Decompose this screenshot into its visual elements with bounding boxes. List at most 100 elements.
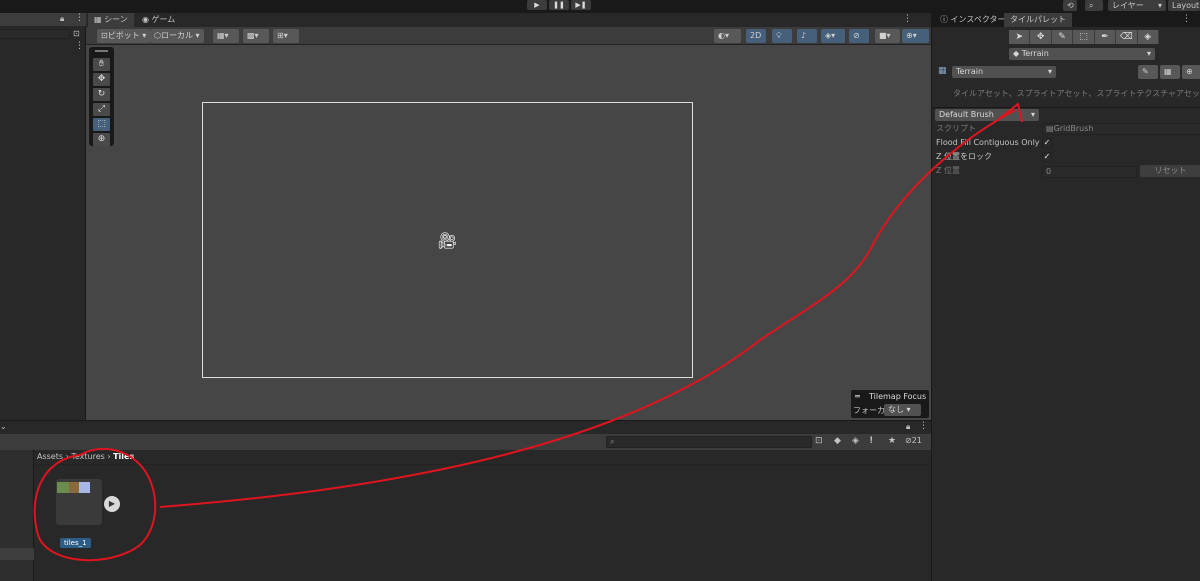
- tab-scene[interactable]: ▦ シーン: [88, 13, 134, 27]
- effects-icon[interactable]: ◈▾: [821, 29, 845, 43]
- layout-dropdown[interactable]: Layout: [1168, 0, 1200, 11]
- filter-by-type-icon[interactable]: ◆: [834, 436, 841, 446]
- chevron-down-icon[interactable]: ⌄: [0, 422, 7, 431]
- lighting-icon[interactable]: 💡︎: [772, 29, 792, 43]
- scene-visibility-icon[interactable]: ⊘: [849, 29, 869, 43]
- audio-icon[interactable]: ♪: [797, 29, 817, 43]
- z-lock-checkbox[interactable]: ✓: [1042, 152, 1052, 162]
- lock-icon[interactable]: 🔒︎: [906, 422, 910, 432]
- picker-icon[interactable]: ✒: [1094, 30, 1117, 44]
- playback-controls: ▶ ❚❚ ▶❚: [527, 0, 591, 10]
- z-lock-row: Z 位置をロック: [932, 150, 1200, 164]
- box-fill-icon[interactable]: ⬚: [1073, 30, 1095, 44]
- rect-tool-icon[interactable]: ⬚: [93, 118, 110, 131]
- history-icon[interactable]: ⟲: [1063, 0, 1077, 11]
- hierarchy-tab-bar: 🔒︎ ⋮: [0, 13, 86, 26]
- palette-tools: ➤ ✥ ✎ ⬚ ✒ ⌫ ◈: [1009, 30, 1159, 44]
- tab-inspector[interactable]: ⓘ インスペクター: [934, 13, 1012, 27]
- increment-snap-button[interactable]: ⊞▾: [273, 29, 299, 43]
- favorite-star-icon[interactable]: ★: [888, 436, 896, 446]
- drag-handle[interactable]: [95, 50, 108, 52]
- grid-snap-button[interactable]: ▦▾: [213, 29, 239, 43]
- filter-by-label-icon[interactable]: ◈: [852, 436, 859, 446]
- transform-tool-icon[interactable]: ⊕: [93, 133, 110, 146]
- scene-view[interactable]: ▦ シーン ◉ ゲーム ⋮ ⊡ピボット ▾ ⬡ローカル ▾ ▦▾ ▩▾ ⊞▾ ◐…: [86, 13, 931, 420]
- grid-toggle-icon[interactable]: ▦: [1160, 65, 1180, 79]
- paint-brush-icon[interactable]: ✎: [1051, 30, 1074, 44]
- hidden-packages-toggle[interactable]: ⊘21: [905, 436, 922, 445]
- search-type-icon[interactable]: ⊡: [815, 436, 823, 446]
- gizmos-button[interactable]: ⊕▾: [902, 29, 929, 43]
- tab-game[interactable]: ◉ ゲーム: [136, 13, 181, 27]
- layers-dropdown[interactable]: レイヤー ▾: [1108, 0, 1166, 11]
- brush-dropdown[interactable]: Default Brush ▾: [935, 109, 1039, 121]
- scene-toolbar: ⊡ピボット ▾ ⬡ローカル ▾ ▦▾ ▩▾ ⊞▾ ◐▾ 2D 💡︎ ♪ ◈▾ ⊘…: [86, 27, 931, 45]
- z-position-field[interactable]: 0: [1042, 166, 1137, 178]
- local-dropdown[interactable]: ⬡ローカル ▾: [150, 29, 204, 43]
- camera-icon[interactable]: 🎥︎: [437, 231, 457, 250]
- hierarchy-search-input[interactable]: [0, 29, 70, 39]
- scene-grid-icon: ▦: [94, 15, 102, 24]
- play-button[interactable]: ▶: [527, 0, 547, 10]
- scene-tab-bar: ▦ シーン ◉ ゲーム ⋮: [86, 13, 931, 27]
- layer-icon: ◆: [1013, 49, 1020, 58]
- top-toolbar: ▶ ❚❚ ▶❚ ⟲ ⌕ レイヤー ▾ Layout: [0, 0, 1200, 13]
- drag-handle[interactable]: ═: [855, 392, 860, 401]
- draw-mode-button[interactable]: ◐▾: [714, 29, 741, 43]
- fill-bucket-icon[interactable]: ◈: [1137, 30, 1159, 44]
- more-menu-icon[interactable]: ⋮: [919, 421, 928, 431]
- flood-fill-row: Flood Fill Contiguous Only: [932, 136, 1200, 150]
- tile-palette-panel: ⓘ インスペクター タイルパレット ⋮ ➤ ✥ ✎ ⬚ ✒ ⌫ ◈ ◆ Terr…: [931, 13, 1200, 581]
- gizmo-toggle-icon[interactable]: ⊕: [1182, 65, 1200, 79]
- tab-tile-palette[interactable]: タイルパレット: [1004, 13, 1072, 27]
- project-toolbar: ⌕ ⊡ ◆ ◈ ❗︎ ★ ⊘21: [0, 434, 931, 450]
- folder-tree-selected-row[interactable]: [0, 548, 34, 560]
- search-icon[interactable]: ⌕: [1085, 0, 1103, 11]
- rotate-tool-icon[interactable]: ↻: [93, 88, 110, 101]
- asset-thumbnail[interactable]: [56, 479, 102, 525]
- search-filter-icon[interactable]: ⊡: [73, 29, 80, 38]
- 2d-toggle[interactable]: 2D: [746, 29, 766, 43]
- script-field[interactable]: ▤GridBrush: [1042, 123, 1200, 135]
- camera-settings-button[interactable]: ■▾: [875, 29, 900, 43]
- focus-dropdown[interactable]: なし ▾: [884, 404, 921, 416]
- hand-tool-icon[interactable]: ✋︎: [93, 58, 110, 71]
- edit-palette-icon[interactable]: ✎: [1138, 65, 1158, 79]
- warning-icon[interactable]: ❗︎: [870, 436, 872, 446]
- tab-scene-label: シーン: [104, 15, 128, 24]
- eraser-icon[interactable]: ⌫: [1116, 30, 1138, 44]
- divider: [35, 464, 931, 465]
- script-file-icon: ▤: [1046, 124, 1054, 133]
- pause-button[interactable]: ❚❚: [549, 0, 569, 10]
- local-label: ローカル: [160, 31, 193, 40]
- breadcrumb-tiles[interactable]: Tiles: [113, 452, 134, 461]
- reset-button[interactable]: リセット: [1140, 165, 1200, 177]
- lock-icon[interactable]: 🔒︎: [60, 14, 64, 24]
- brush-name-label: Default Brush: [939, 110, 994, 119]
- more-menu-icon[interactable]: ⋮: [903, 14, 912, 24]
- breadcrumb-separator-icon: ›: [65, 452, 69, 461]
- pivot-dropdown[interactable]: ⊡ピボット ▾: [97, 29, 151, 43]
- step-button[interactable]: ▶❚: [571, 0, 591, 10]
- chevron-down-icon: ▾: [1146, 49, 1151, 58]
- more-menu-icon[interactable]: ⋮: [1182, 14, 1191, 24]
- move-tool-icon[interactable]: ✥: [1030, 30, 1052, 44]
- move-tool-icon[interactable]: ✥: [93, 73, 110, 86]
- palette-dropdown[interactable]: Terrain ▾: [952, 66, 1056, 78]
- hidden-count: 21: [911, 436, 922, 445]
- more-menu-icon[interactable]: ⋮: [75, 41, 84, 51]
- breadcrumb-assets[interactable]: Assets: [37, 452, 63, 461]
- breadcrumb-textures[interactable]: Textures: [71, 452, 104, 461]
- select-tool-icon[interactable]: ➤: [1009, 30, 1031, 44]
- eye-slash-icon: ⊘: [905, 436, 912, 445]
- tab-game-label: ゲーム: [151, 15, 176, 24]
- grid-visibility-button[interactable]: ▩▾: [243, 29, 269, 43]
- flood-fill-checkbox[interactable]: ✓: [1042, 138, 1052, 148]
- expand-asset-icon[interactable]: ▶: [104, 496, 120, 512]
- more-menu-icon[interactable]: ⋮: [75, 13, 84, 23]
- project-search-input[interactable]: ⌕: [606, 436, 812, 448]
- script-label: スクリプト: [936, 124, 976, 133]
- asset-name-label[interactable]: tiles_1: [60, 538, 91, 548]
- scale-tool-icon[interactable]: ⤢: [93, 103, 110, 116]
- active-tilemap-dropdown[interactable]: ◆ Terrain ▾: [1009, 48, 1155, 60]
